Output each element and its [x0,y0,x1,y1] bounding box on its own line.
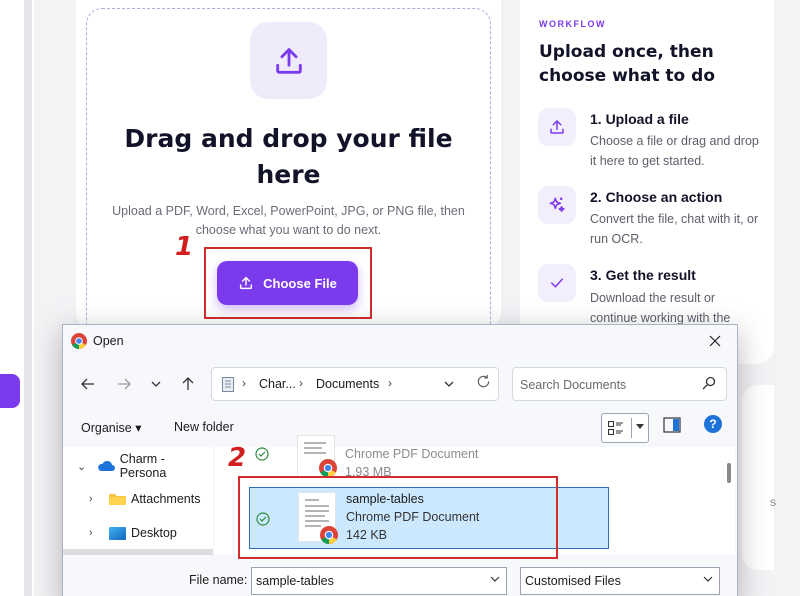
address-bar[interactable]: › Char... › Documents › [211,367,499,401]
chevron-right-icon[interactable]: › [89,527,103,539]
tree-item-attachments[interactable]: › Attachments [77,488,200,510]
file-type: Chrome PDF Document [345,447,479,461]
sync-status-icon [255,447,269,461]
dialog-titlebar[interactable]: Open [63,325,737,357]
step-desc: Choose a file or drag and drop it here t… [590,134,759,168]
dropzone-subtitle: Upload a PDF, Word, Excel, PowerPoint, J… [112,204,465,237]
search-input[interactable] [520,375,690,395]
workflow-label: WORKFLOW [539,19,606,29]
help-icon: ? [709,417,717,431]
file-type-value: Customised Files [525,574,621,588]
dropzone-title: Drag and drop your file here [124,124,453,189]
annotation-number-1: 1 [175,232,194,262]
chrome-icon [71,333,87,349]
dialog-title: Open [93,334,124,348]
search-icon[interactable] [702,376,716,390]
close-icon [709,335,721,347]
view-separator [631,418,632,438]
list-view-icon [608,421,623,435]
step-title: 1. Upload a file [590,111,689,127]
navigation-bar: › Char... › Documents › [63,363,737,403]
new-folder-button[interactable]: New folder [174,420,234,434]
dialog-footer: File name: sample-tables Customised File… [63,563,737,596]
chevron-down-icon[interactable] [444,381,454,389]
caret-down-icon [636,424,644,429]
annotation-box-2 [238,476,558,559]
file-name-input[interactable]: sample-tables [251,567,507,595]
chevron-down-icon [703,576,713,582]
chevron-right-icon[interactable]: › [89,493,103,505]
breadcrumb-separator: › [242,376,246,390]
tree-item-label: Desktop [131,526,177,540]
upload-icon [538,108,576,146]
annotation-number-2: 2 [228,443,247,473]
document-icon [222,377,234,392]
navigation-pane: ⌄ Charm - Persona › Attachments › Deskto… [63,447,213,551]
chevron-down-icon[interactable] [490,574,500,584]
annotation-box-1 [204,247,372,319]
arrow-right-icon [118,378,131,390]
breadcrumb-segment[interactable]: Char... [259,377,296,391]
preview-pane-icon [663,417,681,433]
arrow-left-icon [81,378,94,390]
step-desc: Download the result or continue working … [590,291,731,325]
workflow-title: Upload once, then choose what to do [539,42,716,86]
side-card-text: s [770,495,776,509]
file-type-select[interactable]: Customised Files [520,567,720,595]
step-title: 3. Get the result [590,267,696,283]
search-box [512,367,727,401]
recent-locations-button[interactable] [145,373,167,395]
chevron-down-icon [151,381,161,387]
refresh-button[interactable] [471,369,495,393]
chevron-down-icon[interactable]: ⌄ [77,460,91,473]
chrome-icon [319,459,337,477]
side-card: s [742,385,776,570]
back-button[interactable] [77,373,99,395]
file-name-label: File name: [189,573,248,587]
preview-pane-button[interactable] [663,417,681,438]
sparkle-icon [538,186,576,224]
tree-item-label: Attachments [131,492,201,506]
onedrive-cloud-icon [97,460,115,472]
file-list-scrollbar[interactable] [727,463,731,483]
tree-item-desktop[interactable]: › Desktop [77,522,177,544]
folder-icon [109,493,126,506]
arrow-up-icon [182,377,194,390]
help-button[interactable]: ? [704,415,722,433]
tree-item-label: Charm - Persona [119,452,167,480]
check-icon [538,264,576,302]
left-scrollbar[interactable] [24,0,32,596]
close-button[interactable] [703,329,727,353]
breadcrumb-separator: › [388,376,392,390]
thumb-line [304,447,322,449]
forward-button[interactable] [113,373,135,395]
navigation-scrollbar[interactable] [63,549,213,555]
sidebar-active-indicator[interactable] [0,374,20,408]
thumb-line [304,452,326,454]
file-name-value: sample-tables [256,574,334,588]
thumb-line [304,442,326,444]
organise-menu[interactable]: Organise ▾ [81,420,141,435]
tree-item-onedrive[interactable]: ⌄ Charm - Persona [77,452,213,480]
upload-icon [250,22,327,99]
step-desc: Convert the file, chat with it, or run O… [590,212,759,246]
refresh-icon [477,374,489,387]
breadcrumb-separator: › [299,376,303,390]
breadcrumb-segment[interactable]: Documents [316,377,379,391]
up-button[interactable] [177,373,199,395]
step-title: 2. Choose an action [590,189,723,205]
desktop-icon [109,526,126,540]
